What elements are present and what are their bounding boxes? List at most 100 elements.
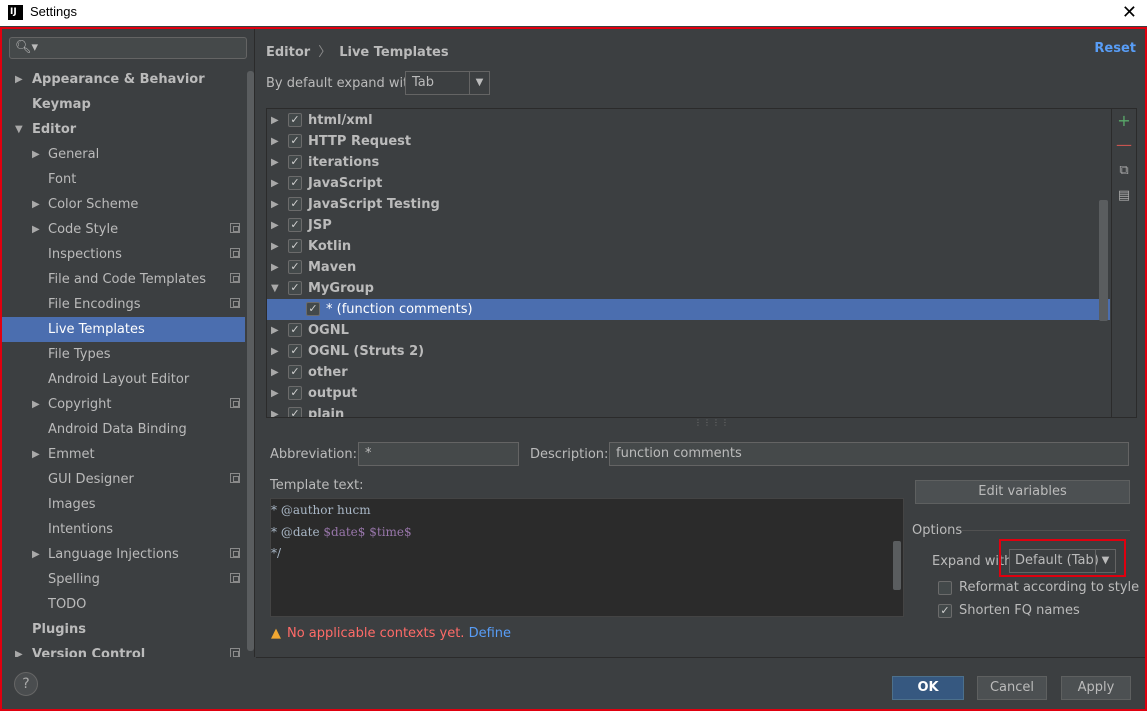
checkbox[interactable]: ✓ bbox=[288, 113, 302, 127]
chevron-right-icon[interactable]: ▶ bbox=[32, 142, 40, 167]
sidebar-item[interactable]: ▶ Copyright bbox=[2, 392, 245, 417]
template-group[interactable]: ▶ ✓ HTTP Request bbox=[267, 131, 1110, 152]
chevron-right-icon[interactable]: ▶ bbox=[32, 542, 40, 567]
chevron-right-icon[interactable]: ▶ bbox=[271, 131, 279, 152]
checkbox[interactable]: ✓ bbox=[306, 302, 320, 316]
reset-link[interactable]: Reset bbox=[1094, 41, 1136, 56]
restore-icon[interactable]: ▤ bbox=[1115, 187, 1133, 205]
define-link[interactable]: Define bbox=[469, 626, 511, 641]
template-group[interactable]: ▶ ✓ JavaScript Testing bbox=[267, 194, 1110, 215]
chevron-right-icon[interactable]: ▶ bbox=[15, 67, 23, 92]
sidebar-item[interactable]: ▶ Appearance & Behavior bbox=[2, 67, 245, 92]
chevron-right-icon[interactable]: ▶ bbox=[271, 173, 279, 194]
template-item[interactable]: ✓ * (function comments) bbox=[267, 299, 1110, 320]
chevron-right-icon[interactable]: ▶ bbox=[32, 192, 40, 217]
sidebar-item[interactable]: ▶ Emmet bbox=[2, 442, 245, 467]
editor-scrollbar[interactable] bbox=[893, 541, 901, 590]
checkbox[interactable]: ✓ bbox=[288, 386, 302, 400]
checkbox[interactable]: ✓ bbox=[288, 260, 302, 274]
template-group[interactable]: ▶ ✓ JavaScript bbox=[267, 173, 1110, 194]
plus-icon[interactable]: + bbox=[1115, 112, 1133, 130]
sidebar-item[interactable]: Inspections bbox=[2, 242, 245, 267]
sidebar-item[interactable]: Spelling bbox=[2, 567, 245, 592]
checkbox[interactable]: ✓ bbox=[288, 365, 302, 379]
sidebar-item[interactable]: TODO bbox=[2, 592, 245, 617]
template-list-scrollbar[interactable] bbox=[1099, 200, 1108, 321]
sidebar-item[interactable]: ▶ Color Scheme bbox=[2, 192, 245, 217]
sidebar-item[interactable]: ▶ General bbox=[2, 142, 245, 167]
chevron-right-icon[interactable]: ▶ bbox=[32, 217, 40, 242]
chevron-right-icon[interactable]: ▶ bbox=[271, 215, 279, 236]
template-group[interactable]: ▼ ✓ MyGroup bbox=[267, 278, 1110, 299]
description-field[interactable]: function comments bbox=[609, 442, 1129, 466]
sidebar-scrollbar[interactable] bbox=[246, 67, 254, 657]
sidebar-item[interactable]: ▼ Editor bbox=[2, 117, 245, 142]
minus-icon[interactable]: — bbox=[1115, 136, 1133, 154]
checkbox[interactable]: ✓ bbox=[288, 176, 302, 190]
template-group[interactable]: ▶ ✓ JSP bbox=[267, 215, 1110, 236]
template-group[interactable]: ▶ ✓ OGNL (Struts 2) bbox=[267, 341, 1110, 362]
chevron-down-icon[interactable]: ▼ bbox=[15, 117, 23, 142]
template-group[interactable]: ▶ ✓ output bbox=[267, 383, 1110, 404]
cancel-button[interactable]: Cancel bbox=[977, 676, 1047, 700]
template-group[interactable]: ▶ ✓ Kotlin bbox=[267, 236, 1110, 257]
edit-variables-button[interactable]: Edit variables bbox=[915, 480, 1130, 504]
chevron-right-icon[interactable]: ▶ bbox=[15, 642, 23, 657]
sidebar-item[interactable]: ▶ Language Injections bbox=[2, 542, 245, 567]
checkbox[interactable]: ✓ bbox=[288, 281, 302, 295]
reformat-checkbox[interactable] bbox=[938, 581, 952, 595]
default-expand-select[interactable]: Tab ▼ bbox=[405, 71, 490, 95]
template-group[interactable]: ▶ ✓ OGNL bbox=[267, 320, 1110, 341]
chevron-right-icon[interactable]: ▶ bbox=[271, 257, 279, 278]
sidebar-item[interactable]: Intentions bbox=[2, 517, 245, 542]
sidebar-item[interactable]: GUI Designer bbox=[2, 467, 245, 492]
close-icon[interactable]: ✕ bbox=[1122, 2, 1137, 23]
search-input[interactable]: 🔍︎▾ bbox=[9, 37, 247, 59]
shorten-fq-checkbox[interactable]: ✓ bbox=[938, 604, 952, 618]
checkbox[interactable]: ✓ bbox=[288, 344, 302, 358]
apply-button[interactable]: Apply bbox=[1061, 676, 1131, 700]
sidebar-item[interactable]: Keymap bbox=[2, 92, 245, 117]
sidebar-item[interactable]: File Encodings bbox=[2, 292, 245, 317]
checkbox[interactable]: ✓ bbox=[288, 218, 302, 232]
sidebar-item[interactable]: Font bbox=[2, 167, 245, 192]
template-text-editor[interactable]: * @author hucm * @date $date$ $time$ */ bbox=[270, 498, 904, 617]
template-group[interactable]: ▶ ✓ Maven bbox=[267, 257, 1110, 278]
ok-button[interactable]: OK bbox=[892, 676, 964, 700]
template-group[interactable]: ▶ ✓ html/xml bbox=[267, 110, 1110, 131]
abbreviation-field[interactable]: * bbox=[358, 442, 519, 466]
sidebar-item[interactable]: ▶ Code Style bbox=[2, 217, 245, 242]
sidebar-item[interactable]: File and Code Templates bbox=[2, 267, 245, 292]
chevron-right-icon[interactable]: ▶ bbox=[271, 383, 279, 404]
chevron-right-icon[interactable]: ▶ bbox=[271, 152, 279, 173]
chevron-right-icon[interactable]: ▶ bbox=[271, 320, 279, 341]
template-group[interactable]: ▶ ✓ plain bbox=[267, 404, 1110, 417]
template-group[interactable]: ▶ ✓ iterations bbox=[267, 152, 1110, 173]
help-button[interactable]: ? bbox=[14, 672, 38, 696]
chevron-right-icon[interactable]: ▶ bbox=[271, 110, 279, 131]
chevron-right-icon[interactable]: ▶ bbox=[32, 392, 40, 417]
sidebar-item[interactable]: ▶ Version Control bbox=[2, 642, 245, 657]
template-group[interactable]: ▶ ✓ other bbox=[267, 362, 1110, 383]
sidebar-item[interactable]: Images bbox=[2, 492, 245, 517]
chevron-right-icon[interactable]: ▶ bbox=[271, 362, 279, 383]
sidebar-item[interactable]: Live Templates bbox=[2, 317, 245, 342]
chevron-right-icon[interactable]: ▶ bbox=[32, 442, 40, 467]
checkbox[interactable]: ✓ bbox=[288, 407, 302, 417]
sidebar-item[interactable]: File Types bbox=[2, 342, 245, 367]
checkbox[interactable]: ✓ bbox=[288, 239, 302, 253]
chevron-down-icon[interactable]: ▼ bbox=[271, 278, 279, 299]
sidebar-item[interactable]: Plugins bbox=[2, 617, 245, 642]
chevron-right-icon[interactable]: ▶ bbox=[271, 194, 279, 215]
chevron-right-icon[interactable]: ▶ bbox=[271, 236, 279, 257]
checkbox[interactable]: ✓ bbox=[288, 155, 302, 169]
chevron-right-icon[interactable]: ▶ bbox=[271, 341, 279, 362]
sidebar-item[interactable]: Android Data Binding bbox=[2, 417, 245, 442]
copy-icon[interactable]: ⧉ bbox=[1115, 162, 1133, 180]
checkbox[interactable]: ✓ bbox=[288, 134, 302, 148]
chevron-right-icon[interactable]: ▶ bbox=[271, 404, 279, 417]
sidebar-item[interactable]: Android Layout Editor bbox=[2, 367, 245, 392]
splitter-handle[interactable]: ⋮⋮⋮⋮ bbox=[694, 418, 730, 427]
checkbox[interactable]: ✓ bbox=[288, 197, 302, 211]
checkbox[interactable]: ✓ bbox=[288, 323, 302, 337]
